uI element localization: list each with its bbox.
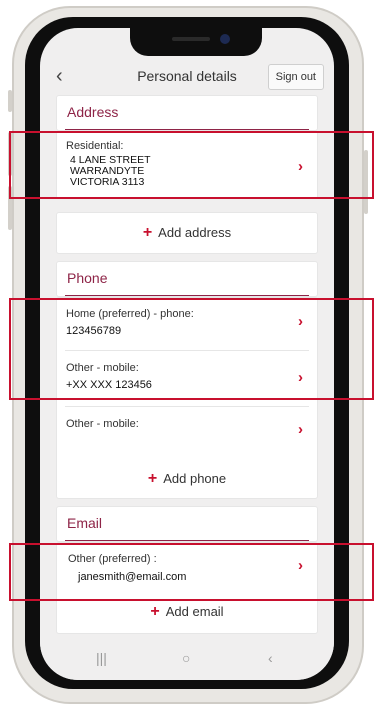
email-label: Other (preferred) : xyxy=(68,553,157,565)
add-email-button[interactable]: + Add email xyxy=(57,603,317,621)
email-title: Email xyxy=(67,515,103,531)
camera xyxy=(220,34,230,44)
divider xyxy=(65,406,309,407)
address-title: Address xyxy=(67,104,119,120)
phone-label: Other - mobile: xyxy=(66,362,139,374)
screen: ‹ Personal details Sign out Address Resi… xyxy=(40,28,334,680)
volume-down-button xyxy=(8,186,12,230)
back-icon[interactable]: ‹ xyxy=(268,650,273,666)
phone-title: Phone xyxy=(67,270,108,286)
header: ‹ Personal details Sign out xyxy=(40,56,334,98)
mute-switch xyxy=(8,90,12,112)
home-icon[interactable]: ○ xyxy=(182,650,190,666)
chevron-right-icon: › xyxy=(298,557,303,574)
phone-value: 123456789 xyxy=(66,325,122,337)
plus-icon: + xyxy=(150,603,160,620)
email-section-header: Email xyxy=(57,507,317,541)
residential-label: Residential: xyxy=(66,140,124,152)
email-row[interactable]: Other (preferred) : janesmith@email.com … xyxy=(57,543,317,593)
phone-row-home[interactable]: Home (preferred) - phone: 123456789 › xyxy=(57,298,317,348)
chevron-right-icon: › xyxy=(298,158,303,175)
phone-value: +XX XXX 123456 xyxy=(66,379,152,391)
phone-section-header: Phone xyxy=(57,262,317,296)
add-email-label: Add email xyxy=(165,604,224,619)
add-address-card: + Add address xyxy=(57,213,317,253)
volume-up-button xyxy=(8,132,12,176)
phone-row-mobile[interactable]: Other - mobile: +XX XXX 123456 › xyxy=(57,352,317,402)
add-phone-button[interactable]: + Add phone xyxy=(57,470,317,488)
sign-out-button[interactable]: Sign out xyxy=(267,64,324,90)
email-value: janesmith@email.com xyxy=(78,571,187,583)
add-address-button[interactable]: + Add address xyxy=(57,224,317,242)
add-address-label: Add address xyxy=(158,225,232,240)
address-section-header: Address xyxy=(57,96,317,130)
plus-icon: + xyxy=(142,224,153,241)
phone-title-rule xyxy=(65,295,309,296)
notch xyxy=(130,28,262,56)
divider xyxy=(65,350,309,351)
system-nav-bar: ||| ○ ‹ xyxy=(40,640,334,680)
email-title-rule xyxy=(65,540,309,541)
add-phone-label: Add phone xyxy=(163,471,227,486)
power-button xyxy=(364,150,368,214)
plus-icon: + xyxy=(147,470,158,487)
chevron-right-icon: › xyxy=(298,421,303,438)
address-title-rule xyxy=(65,129,309,130)
chevron-right-icon: › xyxy=(298,369,303,386)
speaker xyxy=(172,37,210,41)
recents-icon[interactable]: ||| xyxy=(96,650,107,666)
phone-label: Home (preferred) - phone: xyxy=(66,308,194,320)
address-line-3: VICTORIA 3113 xyxy=(70,176,145,188)
email-list: Other (preferred) : janesmith@email.com … xyxy=(57,543,317,633)
phone-list: Home (preferred) - phone: 123456789 › Ot… xyxy=(57,298,317,498)
residential-address-row[interactable]: Residential: 4 LANE STREET WARRANDYTE VI… xyxy=(57,132,317,198)
chevron-right-icon: › xyxy=(298,313,303,330)
phone-row-mobile-2[interactable]: Other - mobile: › xyxy=(57,408,317,448)
phone-label: Other - mobile: xyxy=(66,418,139,430)
